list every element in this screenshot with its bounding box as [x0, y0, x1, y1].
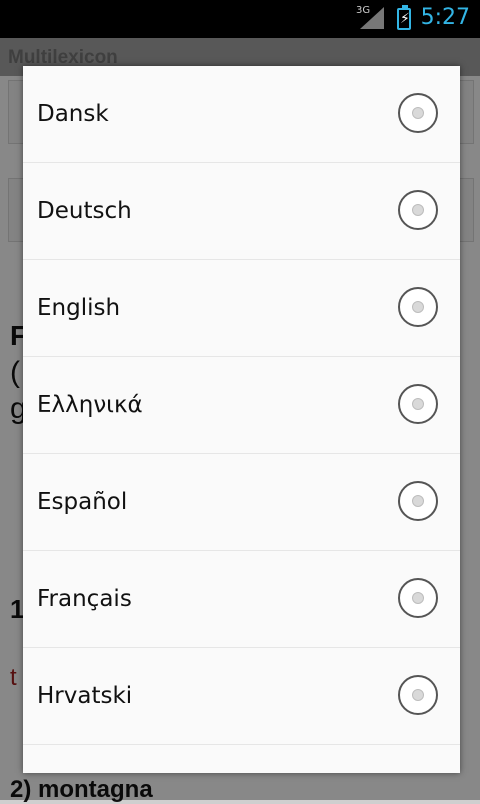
radio-button[interactable] — [398, 384, 438, 424]
option-label: Français — [37, 586, 132, 612]
clock: 5:27 — [420, 5, 470, 30]
radio-button[interactable] — [398, 287, 438, 327]
signal-icon — [360, 7, 384, 29]
language-option-francais[interactable]: Français — [23, 551, 460, 648]
radio-button[interactable] — [398, 481, 438, 521]
status-bar: 3G ⚡ 5:27 — [0, 0, 480, 38]
language-option-english[interactable]: English — [23, 260, 460, 357]
option-label: Hrvatski — [37, 683, 133, 709]
language-option-ellinika[interactable]: Ελληνικά — [23, 357, 460, 454]
radio-button[interactable] — [398, 190, 438, 230]
radio-button[interactable] — [398, 675, 438, 715]
option-label: Dansk — [37, 101, 109, 127]
option-label: Español — [37, 489, 128, 515]
option-label: English — [37, 295, 121, 321]
option-label: Deutsch — [37, 198, 132, 224]
language-option-hrvatski[interactable]: Hrvatski — [23, 648, 460, 745]
radio-button[interactable] — [398, 93, 438, 133]
battery-charging-icon: ⚡ — [397, 5, 411, 30]
radio-button[interactable] — [398, 578, 438, 618]
language-option-espanol[interactable]: Español — [23, 454, 460, 551]
language-option-dansk[interactable]: Dansk — [23, 66, 460, 163]
language-dialog: Dansk Deutsch English Ελληνικά Español F… — [23, 66, 460, 773]
language-option-deutsch[interactable]: Deutsch — [23, 163, 460, 260]
option-label: Ελληνικά — [37, 392, 143, 418]
